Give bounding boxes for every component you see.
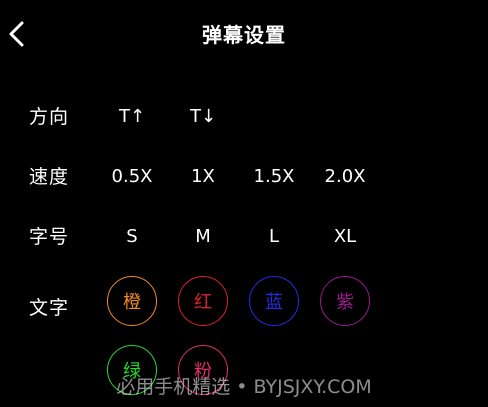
direction-up-option[interactable]: T↑	[97, 105, 167, 129]
direction-label: 方向	[29, 106, 70, 128]
speed-option-1-5x[interactable]: 1.5X	[239, 165, 309, 189]
color-option-orange[interactable]: 橙	[107, 276, 157, 326]
speed-option-0-5x[interactable]: 0.5X	[97, 165, 167, 189]
watermark-text: 必用手机精选 • BYJSJXY.COM	[116, 376, 372, 398]
speed-option-2x[interactable]: 2.0X	[310, 165, 380, 189]
color-option-purple[interactable]: 紫	[320, 276, 370, 326]
text-color-row: 文字	[0, 288, 488, 328]
speed-option-1x[interactable]: 1X	[168, 165, 238, 189]
font-size-option-s[interactable]: S	[97, 225, 167, 249]
header-bar: 弹幕设置	[0, 0, 488, 68]
font-size-label: 字号	[29, 226, 70, 248]
color-option-red[interactable]: 红	[178, 276, 228, 326]
color-option-blue[interactable]: 蓝	[249, 276, 299, 326]
speed-row: 速度 0.5X 1X 1.5X 2.0X	[0, 157, 488, 197]
font-size-option-xl[interactable]: XL	[310, 225, 380, 249]
text-color-label: 文字	[29, 297, 70, 319]
font-size-option-l[interactable]: L	[239, 225, 309, 249]
speed-label: 速度	[29, 166, 70, 188]
font-size-row: 字号 S M L XL	[0, 217, 488, 257]
font-size-option-m[interactable]: M	[168, 225, 238, 249]
direction-down-option[interactable]: T↓	[168, 105, 238, 129]
direction-row: 方向 T↑ T↓	[0, 97, 488, 137]
page-title: 弹幕设置	[202, 23, 286, 47]
